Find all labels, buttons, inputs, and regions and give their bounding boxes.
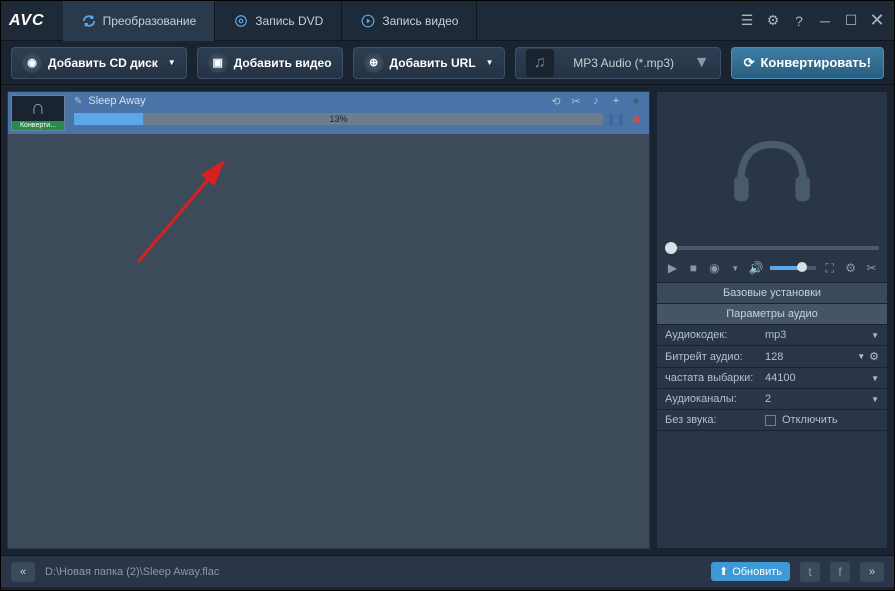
settings-header: Базовые установки [657,283,887,304]
chevron-down-icon[interactable]: ▼ [871,395,879,404]
close-icon[interactable]: ✕ [868,12,886,30]
chevron-down-icon[interactable]: ▼ [857,352,865,361]
button-label: Добавить CD диск [48,56,158,70]
list-item[interactable]: ∩ Конверти... ✎ Sleep Away ⟲ ✂ ♪ + ● [8,92,649,134]
seek-slider[interactable] [665,246,879,250]
collapse-left-button[interactable]: « [11,562,35,582]
preview-panel [657,92,887,242]
snapshot-button[interactable]: ◉ [707,260,722,276]
play-button[interactable]: ▶ [665,260,680,276]
add-video-button[interactable]: ▣ Добавить видео [197,47,343,79]
setting-row: частата выбарки:44100▼ [657,368,887,389]
stop-button[interactable]: ■ [686,260,701,276]
film-plus-icon: ▣ [208,53,228,73]
format-label: MP3 Audio (*.mp3) [564,56,684,70]
play-icon [360,13,376,29]
app-logo: AVC [9,12,45,30]
edit-icon[interactable]: ✎ [74,96,82,107]
refresh-icon [81,13,97,29]
item-thumbnail: ∩ Конверти... [11,95,65,131]
music-icon[interactable]: ♪ [589,94,603,108]
expand-icon[interactable]: ⛶ [822,260,837,276]
help-icon[interactable]: ? [790,12,808,30]
chevron-down-icon[interactable]: ▼ [871,374,879,383]
add-url-button[interactable]: ⊕ Добавить URL ▼ [353,47,505,79]
add-cd-button[interactable]: ◉ Добавить CD диск ▼ [11,47,187,79]
setting-row: Аудиокодек:mp3▼ [657,325,887,346]
file-list: ∩ Конверти... ✎ Sleep Away ⟲ ✂ ♪ + ● [7,91,650,549]
output-path: D:\Новая папка (2)\Sleep Away.flac [45,566,701,578]
disc-icon [233,13,249,29]
update-button[interactable]: ⬆ Обновить [711,562,790,581]
tab-label: Преобразование [103,14,197,28]
button-label: Добавить URL [390,56,476,70]
chevron-down-icon: ▼ [486,58,494,67]
cut-icon[interactable]: ✂ [569,94,583,108]
item-title: Sleep Away [88,95,145,107]
settings-subheader: Параметры аудио [657,304,887,325]
progress-bar: 13% [74,113,603,125]
music-icon: ♫ [526,49,554,77]
pause-button[interactable]: ❚❚ [609,112,623,126]
tab-convert[interactable]: Преобразование [63,1,216,41]
chevron-down-icon: ▼ [694,54,710,72]
tab-dvd[interactable]: Запись DVD [215,1,342,41]
globe-plus-icon: ⊕ [364,53,384,73]
status-badge: Конверти... [12,121,64,130]
twitter-icon[interactable]: t [800,562,820,582]
maximize-icon[interactable]: ☐ [842,12,860,30]
settings-icon[interactable]: ⚙ [764,12,782,30]
plus-icon[interactable]: + [609,94,623,108]
collapse-right-button[interactable]: » [860,562,884,582]
annotation-arrow [128,152,268,272]
refresh-icon: ⟳ [744,55,755,71]
chevron-down-icon[interactable]: ▼ [728,260,743,276]
convert-button[interactable]: ⟳ Конвертировать! [731,47,884,79]
tab-label: Запись видео [382,14,458,28]
cut-icon[interactable]: ✂ [864,260,879,276]
volume-icon[interactable]: 🔊 [749,260,764,276]
button-label: Добавить видео [234,56,332,70]
checkbox[interactable] [765,415,776,426]
upload-icon: ⬆ [719,565,728,578]
output-format-selector[interactable]: ♫ MP3 Audio (*.mp3) ▼ [515,47,721,79]
facebook-icon[interactable]: f [830,562,850,582]
setting-row: Битрейт аудио:128▼⚙ [657,346,887,368]
refresh-icon[interactable]: ⟲ [549,94,563,108]
settings-icon[interactable]: ⚙ [843,260,858,276]
gear-icon[interactable]: ⚙ [869,350,879,363]
setting-row: Аудиоканалы:2▼ [657,389,887,410]
volume-slider[interactable] [770,266,817,270]
setting-row: Без звука:Отключить [657,410,887,431]
progress-percent: 13% [329,114,347,124]
tab-record[interactable]: Запись видео [342,1,477,41]
tab-label: Запись DVD [255,14,323,28]
headphones-icon [727,127,817,207]
minimize-icon[interactable]: ─ [816,12,834,30]
menu-icon[interactable]: ☰ [738,12,756,30]
disc-plus-icon: ◉ [22,53,42,73]
chevron-down-icon: ▼ [168,58,176,67]
stop-button[interactable]: ■ [629,112,643,126]
button-label: Конвертировать! [760,55,871,70]
chevron-down-icon[interactable]: ▼ [871,331,879,340]
headphones-icon: ∩ [12,96,64,121]
circle-icon[interactable]: ● [629,94,643,108]
